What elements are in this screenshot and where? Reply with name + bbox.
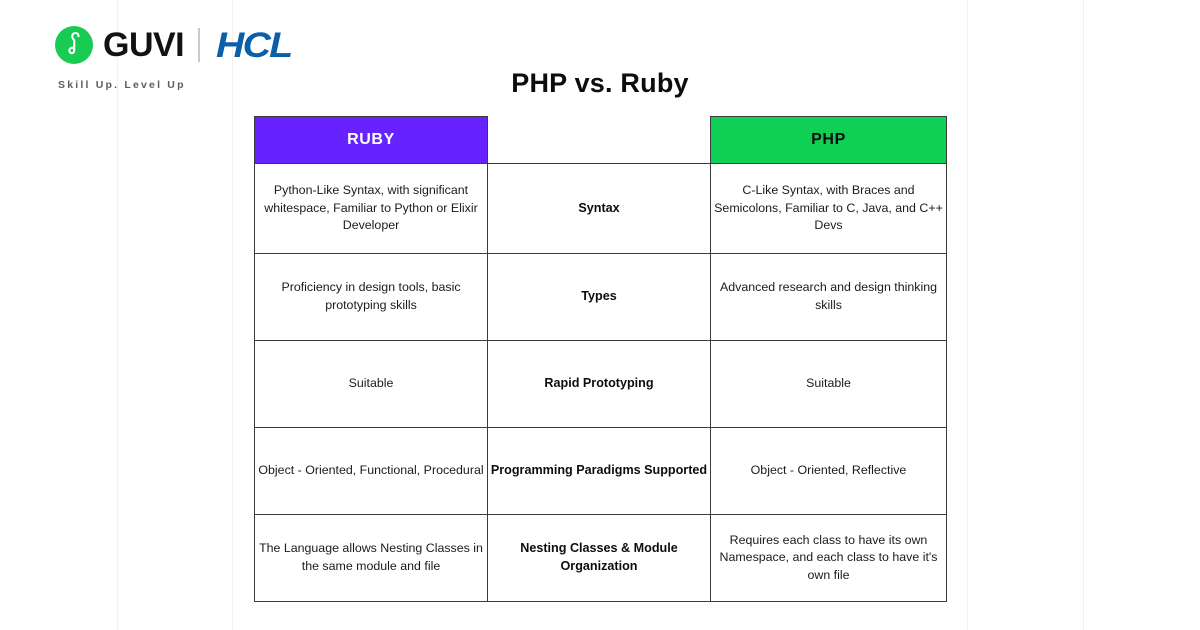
cell-php: Object - Oriented, Reflective	[710, 427, 947, 515]
cell-php: Advanced research and design thinking sk…	[710, 253, 947, 341]
column-header-ruby: RUBY	[254, 116, 488, 164]
brand-row: GUVI HCL	[55, 24, 293, 66]
cell-php: Requires each class to have its own Name…	[710, 514, 947, 602]
page-title: PHP vs. Ruby	[511, 68, 689, 98]
column-header-feature	[487, 116, 711, 164]
cell-ruby: Proficiency in design tools, basic proto…	[254, 253, 488, 341]
cell-feature: Syntax	[487, 163, 711, 254]
cell-ruby: Object - Oriented, Functional, Procedura…	[254, 427, 488, 515]
table-body: Python-Like Syntax, with significant whi…	[254, 163, 947, 602]
table-header: RUBY PHP	[254, 116, 947, 164]
table-row: Proficiency in design tools, basic proto…	[254, 253, 947, 341]
guvi-wordmark: GUVI	[103, 26, 185, 64]
cell-php: C-Like Syntax, with Braces and Semicolon…	[710, 163, 947, 254]
table-row: Object - Oriented, Functional, Procedura…	[254, 427, 947, 515]
comparison-table: RUBY PHP Python-Like Syntax, with signif…	[254, 116, 947, 602]
cell-feature: Types	[487, 253, 711, 341]
infographic-canvas: GUVI HCL Skill Up. Level Up PHP vs. Ruby…	[0, 0, 1200, 630]
cell-feature: Rapid Prototyping	[487, 340, 711, 428]
table-row: Suitable Rapid Prototyping Suitable	[254, 340, 947, 428]
cell-php: Suitable	[710, 340, 947, 428]
table-row: The Language allows Nesting Classes in t…	[254, 514, 947, 602]
cell-ruby: Python-Like Syntax, with significant whi…	[254, 163, 488, 254]
table-header-row: RUBY PHP	[254, 116, 947, 164]
column-header-php: PHP	[710, 116, 947, 164]
cell-ruby: The Language allows Nesting Classes in t…	[254, 514, 488, 602]
table-row: Python-Like Syntax, with significant whi…	[254, 163, 947, 254]
cell-ruby: Suitable	[254, 340, 488, 428]
cell-feature: Programming Paradigms Supported	[487, 427, 711, 515]
hcl-wordmark: HCL	[216, 25, 293, 65]
brand-divider	[198, 28, 201, 62]
guvi-circle-logo-icon	[55, 26, 93, 64]
cell-feature: Nesting Classes & Module Organization	[487, 514, 711, 602]
